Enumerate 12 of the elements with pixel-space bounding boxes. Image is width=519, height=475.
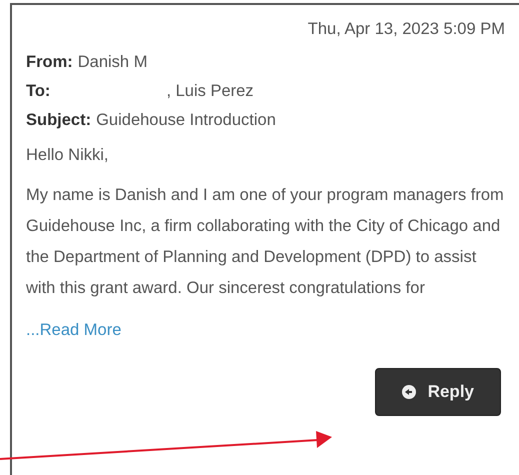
header-label: To: — [26, 80, 50, 102]
header-value: , Luis Perez — [166, 80, 254, 102]
header-value: Danish M — [78, 52, 148, 73]
header-label: From: — [26, 52, 73, 73]
email-date: Thu, Apr 13, 2023 5:09 PM — [306, 19, 506, 40]
reply-button[interactable]: Reply — [374, 368, 501, 416]
greeting: Hello Nikki, — [26, 144, 110, 166]
header-label: Subject: — [26, 110, 92, 131]
read-more-link[interactable]: ...Read More — [26, 318, 122, 342]
header-value: Guidehouse Introduction — [96, 110, 276, 131]
reply-icon — [402, 385, 416, 399]
email-body: My name is Danish and I am one of your program managers from Guidehouse Inc, a firm collaborating with the City of Chicago and the Department of Planning and Development (DPD) to assist with this grant award. Our sincerest congratulations for — [26, 184, 505, 298]
